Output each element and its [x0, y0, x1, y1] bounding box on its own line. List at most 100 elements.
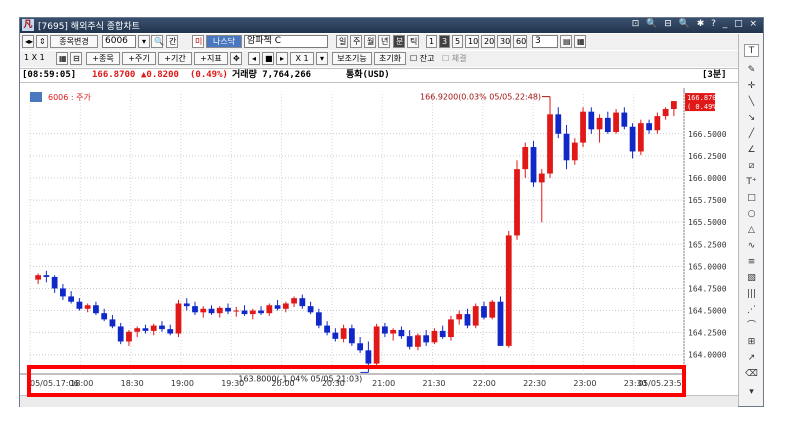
- btn-gan[interactable]: 간: [166, 35, 178, 48]
- fill-label: 체결: [451, 54, 467, 63]
- move-icon[interactable]: ✥: [230, 52, 242, 65]
- candle-body: [216, 307, 223, 314]
- play-forward-button[interactable]: ▸: [276, 52, 288, 65]
- parallel-tool-icon[interactable]: ≡: [744, 256, 759, 269]
- candle-body: [456, 314, 463, 320]
- candle-body: [464, 314, 471, 326]
- y-tick-label: 165.5000: [688, 218, 727, 227]
- fan-tool-icon[interactable]: ⋰: [744, 304, 759, 317]
- window-title: [7695] 해외주식 종합차트: [38, 22, 140, 32]
- mode-select[interactable]: 종목변경: [50, 35, 98, 48]
- period-tick[interactable]: 틱: [407, 35, 419, 48]
- wave-tool-icon[interactable]: ∿: [744, 240, 759, 253]
- trendline-tool-icon[interactable]: ╱: [744, 128, 759, 141]
- reset-button[interactable]: 초기화: [374, 52, 406, 65]
- fibonacci-tool-icon[interactable]: ▧: [744, 272, 759, 285]
- btn-nasdaq[interactable]: 나스닥: [206, 35, 242, 48]
- period-year[interactable]: 년: [378, 35, 390, 48]
- interval-10[interactable]: 10: [465, 35, 479, 48]
- add-period-button[interactable]: +주기: [122, 52, 156, 65]
- period-day[interactable]: 일: [336, 35, 348, 48]
- candle-body: [390, 329, 397, 334]
- interval-60[interactable]: 60: [513, 35, 527, 48]
- stop-button[interactable]: ■: [262, 52, 274, 65]
- stock-name-field[interactable]: 암파첵 C: [244, 35, 328, 48]
- price-info-bar: [08:59:05] 166.8700 ▲0.8200 (0.49%) 거래량 …: [20, 68, 740, 83]
- interval-30[interactable]: 30: [497, 35, 511, 48]
- grid-icon[interactable]: ▦: [574, 35, 586, 48]
- period-week[interactable]: 주: [350, 35, 362, 48]
- candle-body: [629, 126, 636, 152]
- interval-5[interactable]: 5: [452, 35, 463, 48]
- period-month[interactable]: 월: [364, 35, 376, 48]
- gann-tool-icon[interactable]: ⊞: [744, 336, 759, 349]
- candle-body: [60, 288, 66, 297]
- code-input[interactable]: 6006: [102, 35, 136, 48]
- nav-arrows-button[interactable]: ◂▸: [22, 35, 34, 48]
- x-tick-label: 18:00: [70, 379, 93, 388]
- list-icon[interactable]: ▤: [560, 35, 572, 48]
- candle-body: [307, 306, 314, 313]
- speed-chevron-icon[interactable]: ▾: [316, 52, 328, 65]
- layout-split-icon[interactable]: ⊟: [70, 52, 82, 65]
- candle-body: [126, 331, 132, 342]
- play-back-button[interactable]: ◂: [248, 52, 260, 65]
- layout-grid-icon[interactable]: ▦: [56, 52, 68, 65]
- btn-us[interactable]: 미: [192, 35, 204, 48]
- channel-tool-icon[interactable]: ⧄: [744, 160, 759, 173]
- fill-checkbox[interactable]: ☐ 체결: [442, 53, 466, 64]
- low-annotation: 163.8000(-1.04% 05/05.21:03): [238, 374, 362, 383]
- candle-body: [382, 326, 388, 334]
- interval-input[interactable]: 3: [532, 35, 558, 48]
- period-minute[interactable]: 분: [393, 35, 405, 48]
- rectangle-tool-icon[interactable]: □: [744, 192, 759, 205]
- text-tool-icon[interactable]: T: [744, 44, 759, 57]
- search-icon[interactable]: 🔍: [151, 35, 164, 48]
- bars-tool-icon[interactable]: |||: [744, 288, 759, 301]
- code-search-icon[interactable]: ⇕: [36, 35, 48, 48]
- add-indicator-button[interactable]: +지표: [194, 52, 228, 65]
- candle-body: [241, 310, 248, 315]
- pencil-tool-icon[interactable]: ✎: [744, 64, 759, 77]
- chart-scrollbar[interactable]: [20, 395, 738, 407]
- interval-20[interactable]: 20: [481, 35, 495, 48]
- aux-function-button[interactable]: 보조기능: [332, 52, 372, 65]
- candlestick-chart[interactable]: 164.0000 164.2500 164.5000 164.7500 165.0000…: [20, 84, 738, 396]
- triangle-tool-icon[interactable]: △: [744, 224, 759, 237]
- y-tick-label: 164.5000: [688, 307, 727, 316]
- candle-body: [547, 114, 553, 174]
- add-range-button[interactable]: +기간: [158, 52, 192, 65]
- candle-body: [646, 123, 652, 131]
- candle-body: [588, 111, 595, 130]
- arrow-tool-icon[interactable]: ↗: [744, 352, 759, 365]
- y-tick-label: 166.5000: [688, 130, 727, 139]
- ray-tool-icon[interactable]: ↘: [744, 112, 759, 125]
- volume: 거래량 7,764,266: [232, 70, 312, 80]
- legend-marker: [30, 92, 42, 102]
- eraser-tool-icon[interactable]: ⌫: [744, 368, 759, 381]
- add-stock-button[interactable]: +종목: [86, 52, 120, 65]
- speed-select[interactable]: X 1: [290, 52, 314, 65]
- circle-tool-icon[interactable]: ○: [744, 208, 759, 221]
- candle-body: [373, 326, 380, 364]
- arc-tool-icon[interactable]: ⌒: [744, 320, 759, 333]
- candle-body: [35, 275, 42, 280]
- candle-body: [332, 332, 339, 339]
- chart-area[interactable]: 164.0000 164.2500 164.5000 164.7500 165.0000…: [20, 84, 738, 396]
- candle-body: [365, 350, 372, 364]
- candle-body: [530, 147, 537, 183]
- window-controls[interactable]: ⊡ 🔍 ⊟ 🔍 ✱ ? _ □ ×: [632, 19, 759, 29]
- crosshair-tool-icon[interactable]: ✛: [744, 80, 759, 93]
- candle-body: [497, 301, 504, 346]
- interval-1[interactable]: 1: [426, 35, 437, 48]
- y-tick-label: 166.2500: [688, 152, 727, 161]
- text-plus-tool-icon[interactable]: T⁺: [744, 176, 759, 189]
- dropdown-chevron-icon[interactable]: ▾: [138, 35, 150, 48]
- balance-checkbox[interactable]: ☐ 잔고: [410, 53, 434, 64]
- candle-body: [604, 117, 611, 133]
- interval-3[interactable]: 3: [439, 35, 450, 48]
- line-tool-icon[interactable]: ╲: [744, 96, 759, 109]
- scroll-down-icon[interactable]: ▾: [744, 386, 759, 399]
- angle-tool-icon[interactable]: ∠: [744, 144, 759, 157]
- layout-ratio[interactable]: 1 X 1: [24, 53, 45, 62]
